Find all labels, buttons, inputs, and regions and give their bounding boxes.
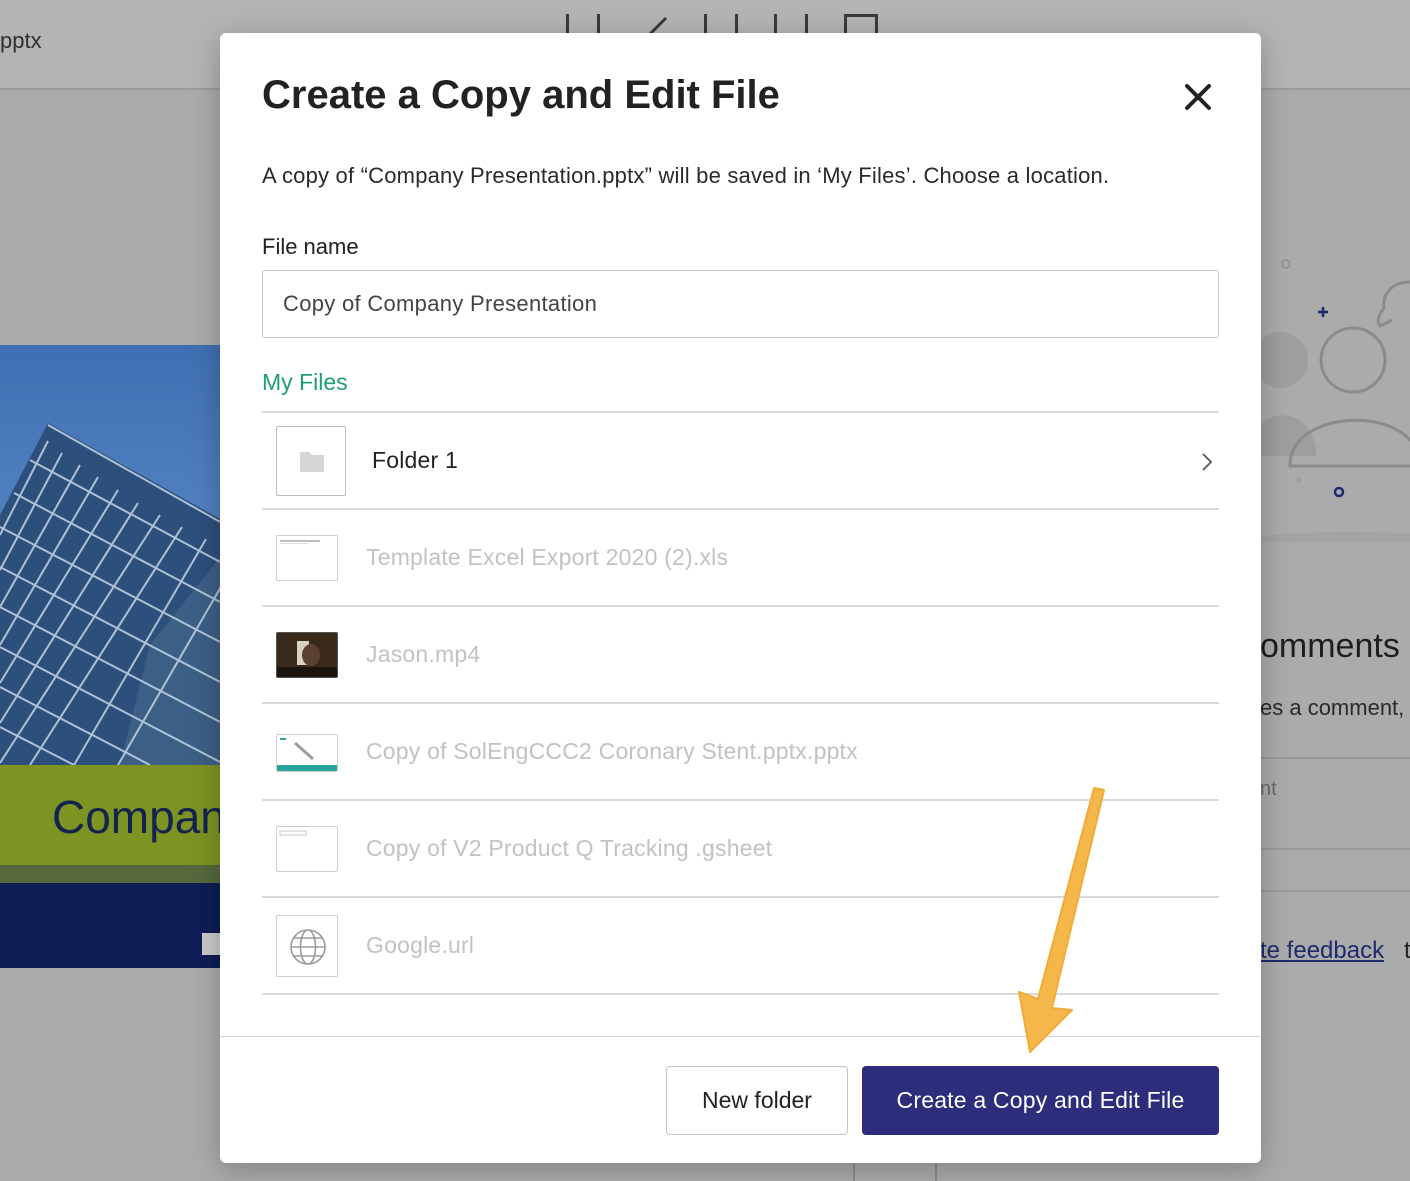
dialog-title: Create a Copy and Edit File — [262, 73, 780, 118]
video-thumbnail — [276, 632, 338, 678]
slide-preview: Compan — [0, 345, 222, 968]
globe-icon — [276, 915, 338, 977]
feedback-link[interactable]: te feedback — [1260, 937, 1384, 965]
file-name-input[interactable] — [262, 270, 1219, 338]
file-name: Copy of V2 Product Q Tracking .gsheet — [366, 835, 772, 862]
breadcrumb-my-files[interactable]: My Files — [262, 369, 348, 396]
create-copy-edit-button[interactable]: Create a Copy and Edit File — [862, 1066, 1219, 1135]
dialog-footer-divider — [220, 1036, 1261, 1037]
new-folder-button[interactable]: New folder — [666, 1066, 848, 1135]
divider — [1260, 757, 1410, 759]
file-name: Google.url — [366, 932, 474, 959]
comment-input-placeholder[interactable]: nt — [1260, 778, 1277, 801]
comments-heading: omments — [1260, 627, 1400, 666]
file-list: Folder 1 Template Excel Export 2020 (2).… — [262, 411, 1219, 995]
list-item-folder-1[interactable]: Folder 1 — [262, 413, 1219, 510]
list-item-file: Template Excel Export 2020 (2).xls — [262, 510, 1219, 607]
spreadsheet-thumbnail — [276, 535, 338, 581]
slide-strip — [0, 865, 222, 883]
file-name: Copy of SolEngCCC2 Coronary Stent.pptx.p… — [366, 738, 858, 765]
file-name: Jason.mp4 — [366, 641, 480, 668]
slide-building-image — [0, 345, 222, 765]
copy-edit-dialog: Create a Copy and Edit File A copy of “C… — [220, 33, 1261, 1163]
slide-footer-band — [0, 883, 222, 968]
bottom-control-fragment — [853, 1160, 937, 1181]
close-button[interactable] — [1178, 77, 1218, 117]
document-filename: pptx — [0, 28, 42, 54]
file-name: Folder 1 — [372, 447, 458, 474]
slide-thumbnail — [276, 734, 338, 772]
chevron-right-icon[interactable] — [1200, 451, 1214, 473]
list-item-file: Jason.mp4 — [262, 607, 1219, 704]
divider — [1260, 848, 1410, 850]
list-item-file: Copy of SolEngCCC2 Coronary Stent.pptx.p… — [262, 704, 1219, 801]
comments-empty-illustration — [1240, 242, 1410, 542]
comments-hint: es a comment, — [1260, 695, 1404, 721]
dialog-description: A copy of “Company Presentation.pptx” wi… — [262, 163, 1109, 189]
feedback-text-tail: t — [1404, 937, 1410, 965]
slide-title: Compan — [52, 790, 222, 844]
sheet-thumbnail — [276, 826, 338, 872]
slide-page-chip — [202, 933, 222, 955]
divider — [1260, 890, 1410, 892]
comments-panel: omments es a comment, nt te feedback t — [1240, 92, 1410, 1181]
close-icon — [1178, 77, 1218, 117]
file-name-label: File name — [262, 234, 359, 260]
list-item-file: Google.url — [262, 898, 1219, 995]
folder-icon — [276, 426, 346, 496]
file-name: Template Excel Export 2020 (2).xls — [366, 544, 728, 571]
list-item-file: Copy of V2 Product Q Tracking .gsheet — [262, 801, 1219, 898]
